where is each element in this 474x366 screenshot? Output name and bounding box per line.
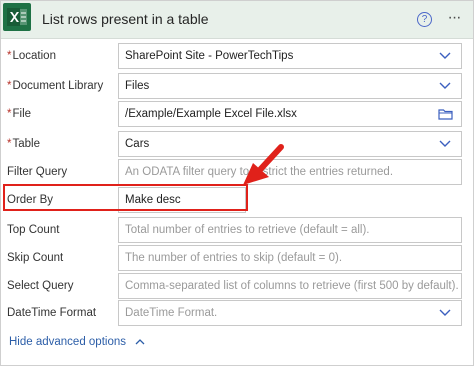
- file-label: *File: [7, 108, 32, 120]
- select-query-row: Select Query Comma-separated list of col…: [1, 273, 473, 301]
- document-library-label: *Document Library: [7, 80, 104, 92]
- location-dropdown[interactable]: SharePoint Site - PowerTechTips: [118, 43, 462, 69]
- required-marker: *: [7, 108, 12, 120]
- file-value: /Example/Example Excel File.xlsx: [125, 108, 297, 120]
- action-title: List rows present in a table: [42, 11, 209, 27]
- location-row: *Location SharePoint Site - PowerTechTip…: [1, 43, 473, 71]
- filter-query-label: Filter Query: [7, 166, 68, 178]
- chevron-down-icon[interactable]: [439, 308, 451, 318]
- select-query-placeholder: Comma-separated list of columns to retri…: [125, 280, 459, 292]
- required-marker: *: [7, 138, 12, 150]
- chevron-up-icon: [135, 339, 145, 345]
- table-label: *Table: [7, 138, 40, 150]
- datetime-format-row: DateTime Format DateTime Format.: [1, 300, 473, 328]
- chevron-down-icon[interactable]: [439, 81, 451, 91]
- chevron-down-icon[interactable]: [439, 139, 451, 149]
- top-count-input[interactable]: Total number of entries to retrieve (def…: [118, 217, 462, 243]
- top-count-label: Top Count: [7, 224, 60, 236]
- help-icon[interactable]: ?: [417, 12, 432, 27]
- skip-count-input[interactable]: The number of entries to skip (default =…: [118, 245, 462, 271]
- order-by-highlight-box: [3, 184, 248, 211]
- top-count-row: Top Count Total number of entries to ret…: [1, 217, 473, 245]
- filter-query-row: Filter Query An ODATA filter query to re…: [1, 159, 473, 187]
- file-row: *File /Example/Example Excel File.xlsx: [1, 101, 473, 129]
- datetime-format-label: DateTime Format: [7, 307, 97, 319]
- document-library-value: Files: [125, 80, 150, 92]
- folder-icon[interactable]: [438, 108, 453, 120]
- top-count-placeholder: Total number of entries to retrieve (def…: [125, 224, 370, 236]
- excel-icon: [3, 3, 31, 31]
- action-card: List rows present in a table ? ··· *Loca…: [0, 0, 474, 366]
- document-library-dropdown[interactable]: Files: [118, 73, 462, 99]
- datetime-format-dropdown[interactable]: DateTime Format.: [118, 300, 462, 326]
- location-label: *Location: [7, 50, 56, 62]
- location-value: SharePoint Site - PowerTechTips: [125, 50, 294, 62]
- datetime-format-placeholder: DateTime Format.: [125, 307, 218, 319]
- document-library-row: *Document Library Files: [1, 73, 473, 101]
- skip-count-placeholder: The number of entries to skip (default =…: [125, 252, 343, 264]
- action-header[interactable]: List rows present in a table ? ···: [1, 1, 473, 39]
- skip-count-label: Skip Count: [7, 252, 64, 264]
- hide-advanced-options-link[interactable]: Hide advanced options: [9, 336, 145, 348]
- red-arrow-icon: [243, 144, 284, 185]
- skip-count-row: Skip Count The number of entries to skip…: [1, 245, 473, 273]
- select-query-input[interactable]: Comma-separated list of columns to retri…: [118, 273, 462, 299]
- chevron-down-icon[interactable]: [439, 51, 451, 61]
- select-query-label: Select Query: [7, 280, 74, 292]
- required-marker: *: [7, 50, 12, 62]
- more-options-icon[interactable]: ···: [446, 7, 462, 29]
- table-value: Cars: [125, 138, 150, 150]
- table-row: *Table Cars: [1, 131, 473, 159]
- required-marker: *: [7, 80, 12, 92]
- file-input[interactable]: /Example/Example Excel File.xlsx: [118, 101, 462, 127]
